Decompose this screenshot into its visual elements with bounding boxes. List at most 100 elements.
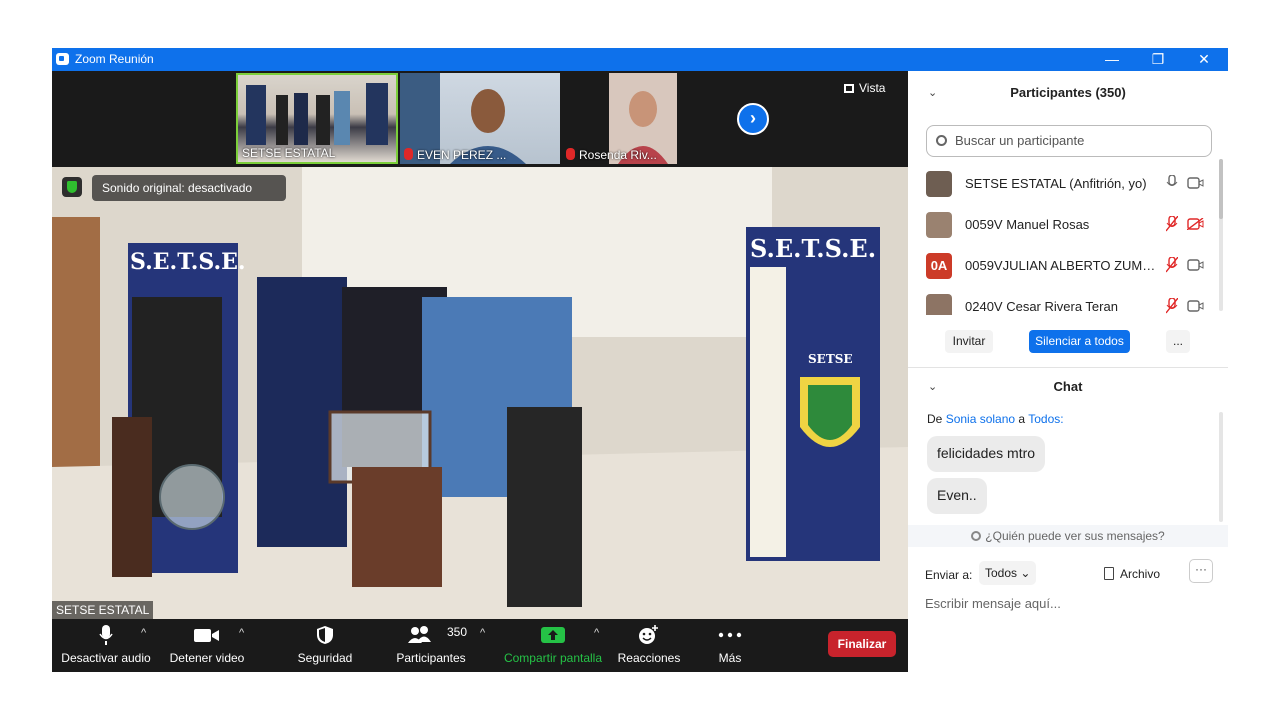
collapse-chevron-icon[interactable]: ⌄ (928, 71, 937, 115)
recipient-name[interactable]: Todos: (1028, 412, 1063, 426)
participants-scrollbar[interactable] (1219, 159, 1223, 311)
close-button[interactable]: ✕ (1181, 48, 1227, 71)
thumbnail-name: Rosenda Riv... (579, 148, 657, 162)
participants-more-button[interactable]: ... (1166, 330, 1190, 353)
participant-name: 0240V Cesar Rivera Teran (965, 299, 1118, 314)
participant-row[interactable]: 0240V Cesar Rivera Teran (908, 286, 1216, 315)
zoom-window: Zoom Reunión — ❐ ✕ SETSE ESTATAL EVEN PE… (52, 48, 1228, 672)
chat-message-meta: De Sonia solano a Todos: (927, 412, 1064, 426)
video-area: SETSE ESTATAL EVEN PEREZ ... Rosenda Riv… (52, 71, 908, 672)
chat-title: Chat (1053, 379, 1083, 394)
next-page-arrow-icon[interactable]: › (737, 103, 769, 135)
minimize-button[interactable]: — (1089, 48, 1135, 71)
participant-name: SETSE ESTATAL (Anfitrión, yo) (965, 176, 1147, 191)
security-shield-icon[interactable] (62, 177, 82, 197)
more-button[interactable]: Más (702, 619, 758, 672)
end-meeting-button[interactable]: Finalizar (828, 631, 896, 657)
video-label: Detener video (169, 651, 245, 665)
side-panel: ⌄ Participantes (350) Buscar un particip… (908, 71, 1228, 672)
video-options-caret-icon[interactable]: ^ (239, 627, 244, 639)
reactions-label: Reacciones (617, 651, 681, 665)
security-button[interactable]: Seguridad (288, 619, 362, 672)
chat-message-input[interactable]: Escribir mensaje aquí... (925, 596, 1061, 611)
participants-count: 350 (447, 625, 468, 639)
audio-label: Desactivar audio (61, 651, 151, 665)
participant-name: 0059VJULIAN ALBERTO ZUMAYA... (965, 258, 1161, 273)
view-label: Vista (859, 81, 886, 95)
who-can-see-link[interactable]: ¿Quién puede ver sus mensajes? (908, 525, 1228, 547)
more-label: Más (718, 651, 742, 665)
share-screen-icon (541, 627, 565, 643)
video-camera-icon (194, 629, 219, 642)
chat-message-bubble: felicidades mtro (927, 436, 1046, 472)
muted-mic-icon[interactable] (1166, 298, 1178, 314)
participant-list: SETSE ESTATAL (Anfitrión, yo) 0059V Manu… (908, 163, 1228, 315)
share-screen-button[interactable]: Compartir pantalla (500, 619, 606, 672)
participants-title: Participantes (350) (1010, 85, 1126, 100)
muted-mic-icon[interactable] (1166, 257, 1178, 273)
window-title: Zoom Reunión (75, 52, 154, 66)
microphone-icon (99, 625, 113, 645)
audio-options-caret-icon[interactable]: ^ (141, 627, 146, 639)
invite-button[interactable]: Invitar (945, 330, 993, 353)
send-to-label: Enviar a: (925, 568, 973, 582)
avatar (926, 294, 952, 315)
avatar (926, 171, 952, 197)
main-video: S.E.T.S.E. S.E.T.S.E. SETSE Sonido origi… (52, 167, 908, 619)
share-options-caret-icon[interactable]: ^ (594, 627, 599, 639)
maximize-button[interactable]: ❐ (1135, 48, 1181, 71)
shield-icon (317, 626, 333, 644)
avatar (926, 212, 952, 238)
speaker-name-label: SETSE ESTATAL (52, 601, 154, 619)
participant-search-input[interactable]: Buscar un participante (926, 125, 1212, 157)
send-to-dropdown[interactable]: Todos ⌄ (979, 561, 1037, 585)
participants-button[interactable]: 350 Participantes (392, 619, 470, 672)
video-camera-icon[interactable] (1187, 177, 1204, 189)
mute-all-button[interactable]: Silenciar a todos (1029, 330, 1130, 353)
file-button[interactable]: Archivo (1104, 567, 1160, 581)
muted-mic-icon (566, 148, 575, 160)
video-camera-icon[interactable] (1187, 259, 1204, 271)
meeting-toolbar: Desactivar audio ^ Detener video ^ Segur… (52, 619, 908, 672)
security-label: Seguridad (297, 651, 353, 665)
thumbnail-strip: SETSE ESTATAL EVEN PEREZ ... Rosenda Riv… (52, 71, 908, 167)
muted-mic-icon (404, 148, 413, 160)
reactions-button[interactable]: Reacciones (616, 619, 682, 672)
chat-panel: ⌄ Chat De Sonia solano a Todos: felicida… (908, 368, 1228, 672)
collapse-chevron-icon[interactable]: ⌄ (928, 368, 937, 406)
participant-row[interactable]: SETSE ESTATAL (Anfitrión, yo) (908, 163, 1216, 204)
search-placeholder: Buscar un participante (955, 133, 1085, 148)
svg-text:S.E.T.S.E.: S.E.T.S.E. (130, 249, 246, 275)
muted-mic-icon[interactable] (1166, 216, 1178, 232)
video-camera-icon[interactable] (1187, 300, 1204, 312)
thumbnail-even[interactable]: EVEN PEREZ ... (400, 73, 560, 164)
participant-row[interactable]: 0A 0059VJULIAN ALBERTO ZUMAYA... (908, 245, 1216, 286)
original-sound-notice[interactable]: Sonido original: desactivado (92, 175, 287, 201)
sender-name[interactable]: Sonia solano (946, 412, 1015, 426)
video-off-icon[interactable] (1187, 218, 1204, 230)
participants-options-caret-icon[interactable]: ^ (480, 627, 485, 639)
chevron-down-icon: ⌄ (1020, 566, 1031, 580)
microphone-icon[interactable] (1166, 175, 1178, 191)
svg-text:SETSE: SETSE (808, 352, 853, 366)
thumbnail-name: EVEN PEREZ ... (417, 148, 507, 162)
view-button[interactable]: Vista (844, 81, 885, 95)
chat-scrollbar[interactable] (1219, 412, 1223, 522)
chat-more-button[interactable]: ··· (1189, 559, 1213, 583)
emoji-icon (639, 625, 658, 644)
thumbnail-setse[interactable]: SETSE ESTATAL (236, 73, 398, 164)
avatar: 0A (926, 253, 952, 279)
participants-header: ⌄ Participantes (350) (908, 71, 1228, 113)
share-label: Compartir pantalla (503, 651, 603, 665)
participant-name: 0059V Manuel Rosas (965, 217, 1090, 232)
participant-row[interactable]: 0059V Manuel Rosas (908, 204, 1216, 245)
thumbnail-rosenda[interactable]: Rosenda Riv... (562, 73, 722, 164)
zoom-app-icon (56, 53, 69, 65)
chat-message-bubble: Even.. (927, 478, 987, 514)
more-dots-icon (718, 632, 742, 638)
person-icon (971, 531, 982, 541)
participants-label: Participantes (396, 651, 466, 665)
svg-text:S.E.T.S.E.: S.E.T.S.E. (750, 234, 876, 263)
thumbnail-name: SETSE ESTATAL (242, 146, 336, 160)
file-icon (1104, 567, 1114, 580)
